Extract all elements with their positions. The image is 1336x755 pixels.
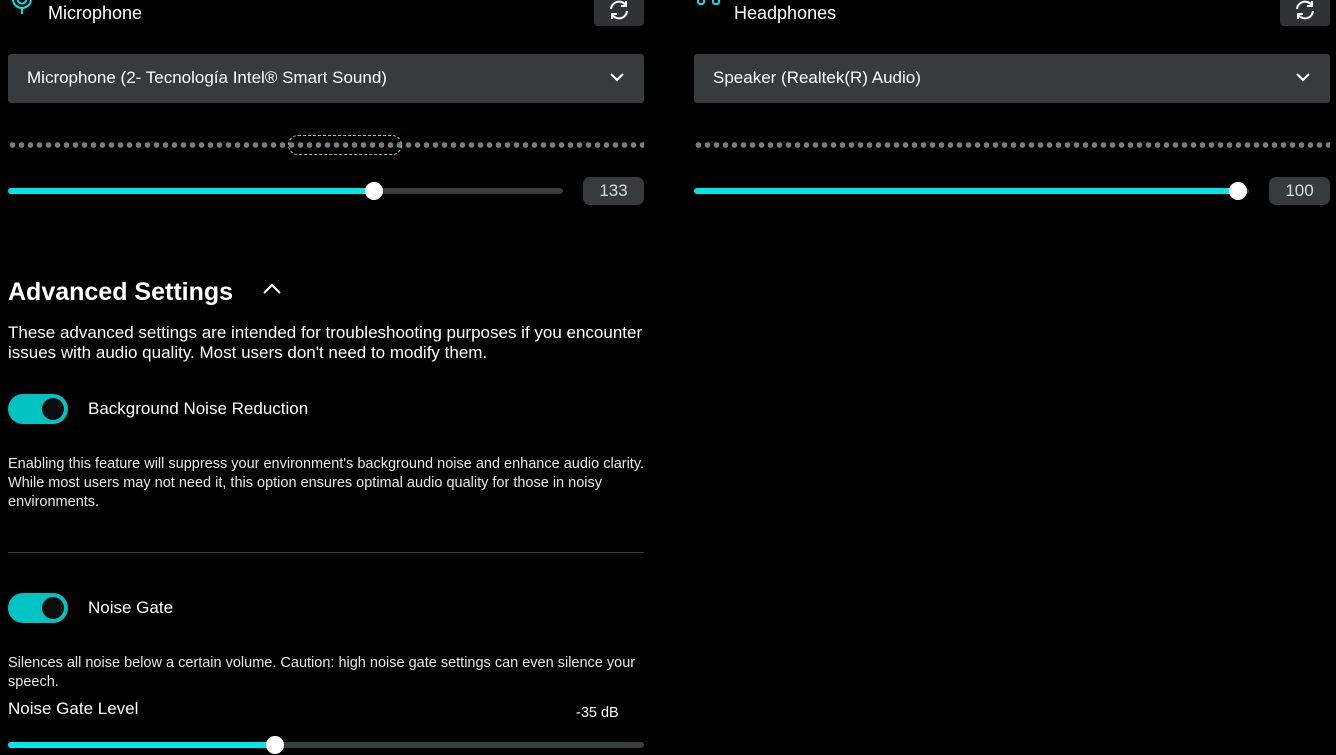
audio-settings-page: Microphone Microphone (2- Tecnología Int… [0, 0, 1336, 755]
slider-fill [8, 742, 276, 748]
noise-reduction-label: Background Noise Reduction [88, 399, 309, 418]
headphones-device-value: Speaker (Realtek(R) Audio) [713, 68, 921, 87]
microphone-device-select[interactable]: Microphone (2- Tecnología Intel® Smart S… [8, 54, 644, 103]
microphone-volume-slider[interactable] [8, 182, 563, 200]
headphones-volume-value[interactable]: 100 [1269, 177, 1330, 205]
meter-active-range [287, 135, 403, 155]
chevron-up-icon[interactable] [262, 282, 282, 296]
toggle-knob [42, 398, 64, 420]
meter-dots [694, 142, 1330, 148]
advanced-settings-title: Advanced Settings [8, 278, 234, 306]
headphones-header: Headphones [694, 0, 1330, 30]
advanced-settings-description: These advanced settings are intended for… [8, 323, 643, 362]
microphone-volume-value[interactable]: 133 [583, 177, 644, 205]
headphones-icon [697, 0, 720, 5]
headphones-device-select[interactable]: Speaker (Realtek(R) Audio) [694, 54, 1330, 103]
headphones-level-meter [694, 138, 1330, 152]
microphone-level-meter [8, 135, 644, 155]
microphone-refresh-button[interactable] [594, 0, 644, 26]
microphone-icon [12, 0, 32, 14]
slider-fill [8, 188, 375, 194]
noise-reduction-toggle[interactable] [8, 394, 68, 424]
microphone-header: Microphone [8, 0, 644, 30]
slider-thumb[interactable] [365, 182, 384, 200]
refresh-icon [1296, 0, 1314, 20]
microphone-device-value: Microphone (2- Tecnología Intel® Smart S… [27, 68, 387, 87]
noise-gate-description: Silences all noise below a certain volum… [8, 655, 636, 690]
headphones-volume-slider[interactable] [694, 182, 1249, 200]
chevron-down-icon [1296, 73, 1310, 82]
divider [8, 552, 644, 553]
noise-gate-level-slider[interactable] [8, 736, 644, 754]
headphones-refresh-button[interactable] [1280, 0, 1330, 26]
noise-gate-toggle[interactable] [8, 593, 68, 623]
toggle-knob [42, 597, 64, 619]
chevron-down-icon [610, 73, 624, 82]
noise-gate-label: Noise Gate [88, 598, 174, 617]
refresh-icon [610, 0, 628, 20]
slider-fill [694, 188, 1238, 194]
noise-gate-level-label: Noise Gate Level [8, 699, 139, 718]
microphone-title: Microphone [48, 3, 143, 23]
slider-thumb[interactable] [266, 736, 285, 754]
headphones-title: Headphones [734, 3, 837, 23]
noise-gate-level-value: -35 dB [576, 705, 619, 721]
slider-thumb[interactable] [1228, 182, 1247, 200]
noise-reduction-description: Enabling this feature will suppress your… [8, 456, 645, 510]
